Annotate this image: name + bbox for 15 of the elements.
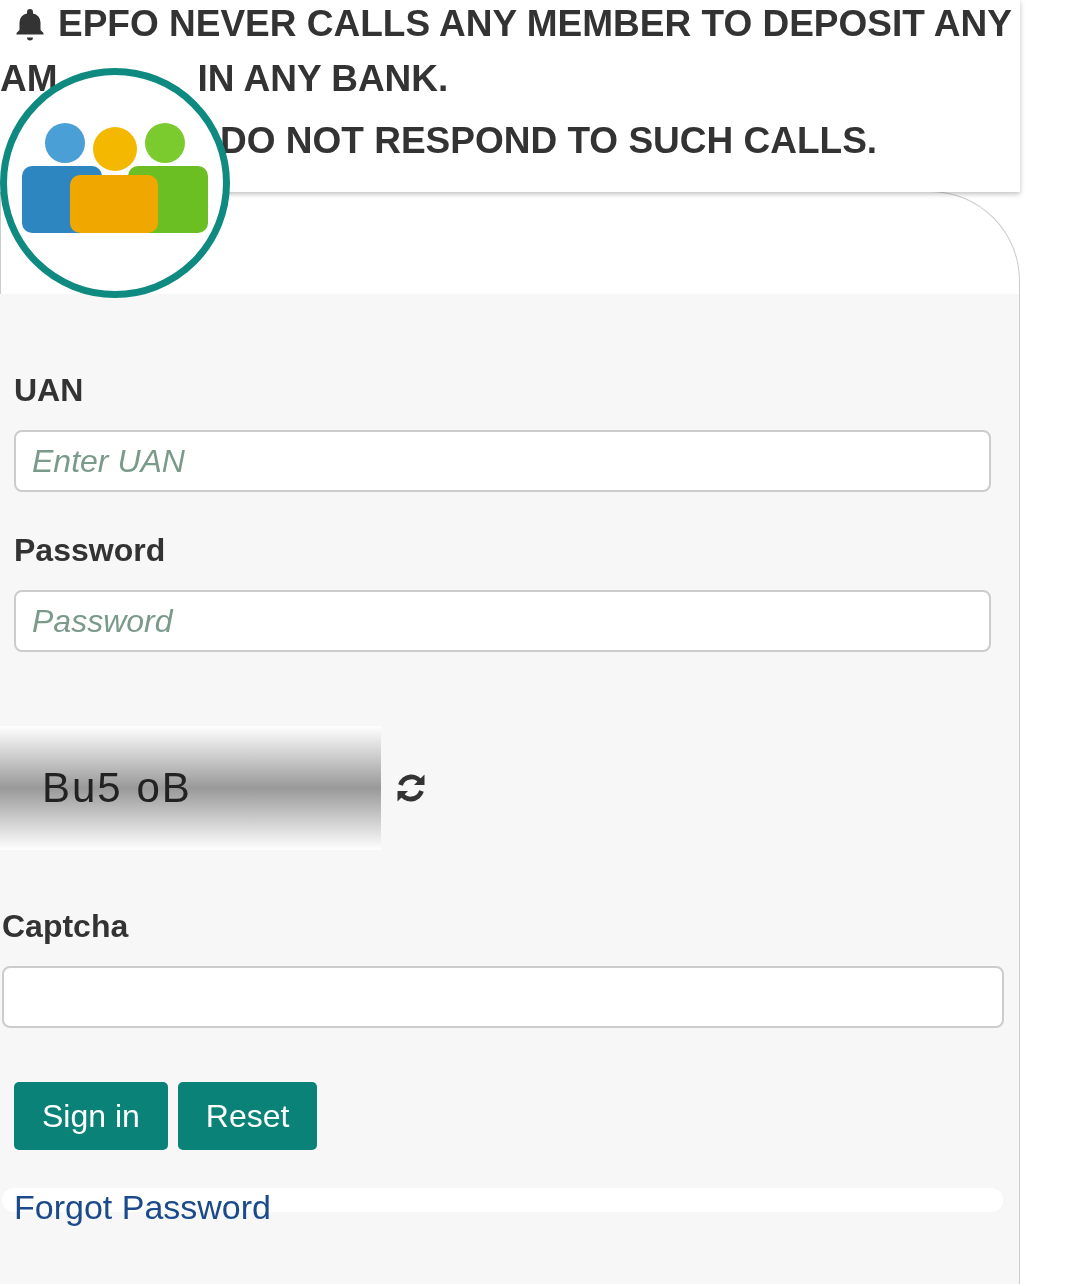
notice-text: IN ANY BANK. (197, 58, 449, 100)
captcha-field[interactable] (2, 966, 1004, 1028)
forgot-password-link[interactable]: Forgot Password (14, 1188, 271, 1227)
uan-field[interactable]: Enter UAN (14, 430, 991, 492)
sign-in-button[interactable]: Sign in (14, 1082, 168, 1150)
password-field[interactable]: Password (14, 590, 991, 652)
people-icon (22, 121, 208, 233)
field-label: UAN (14, 371, 85, 410)
notice-text: EPFO NEVER CALLS ANY MEMBER TO DEPOSIT ANY (58, 3, 1012, 45)
field-label: Password (14, 531, 167, 570)
reset-button[interactable]: Reset (177, 1082, 318, 1150)
notice-text: DO NOT RESPOND TO SUCH CALLS. (220, 120, 878, 162)
notice-text: AM (0, 58, 58, 100)
field-label: Captcha (2, 907, 130, 946)
captcha-image: Bu5 oB (0, 726, 381, 850)
